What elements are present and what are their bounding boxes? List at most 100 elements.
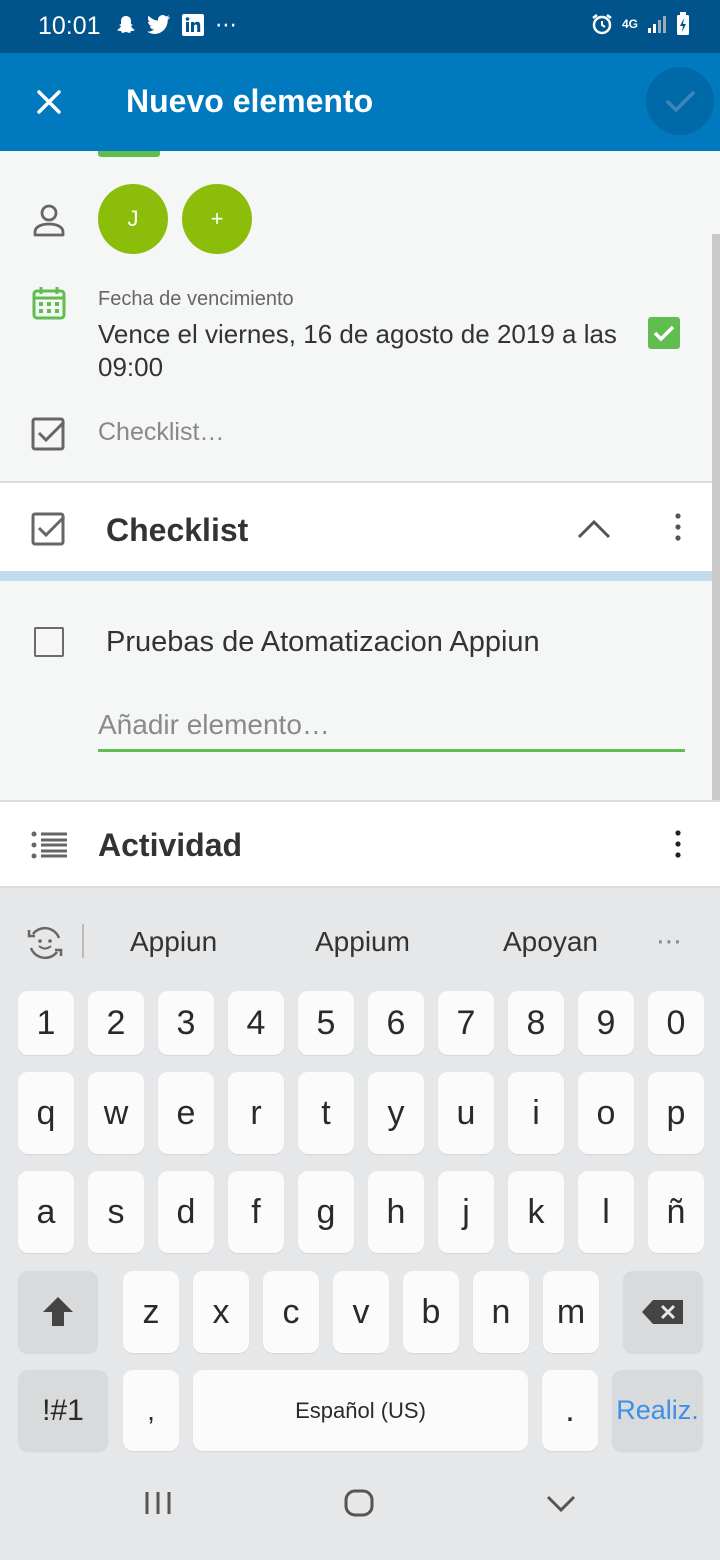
key-d[interactable]: d xyxy=(158,1171,214,1253)
activity-header: Actividad xyxy=(0,802,720,886)
comma-key[interactable]: , xyxy=(123,1370,179,1451)
key-e[interactable]: e xyxy=(158,1072,214,1154)
scrollbar[interactable] xyxy=(712,234,720,800)
add-item-input[interactable] xyxy=(98,700,685,752)
suggestion-bar: Appiun Appium Apoyan ⋯ xyxy=(0,888,720,988)
period-key[interactable]: . xyxy=(542,1370,598,1451)
add-checklist-prompt[interactable]: Checklist… xyxy=(98,418,224,447)
key-ñ[interactable]: ñ xyxy=(648,1171,704,1253)
status-time: 10:01 xyxy=(38,12,101,40)
members-icon xyxy=(33,204,65,237)
recent-apps-icon[interactable] xyxy=(143,1490,173,1516)
shift-key[interactable] xyxy=(18,1271,98,1353)
key-9[interactable]: 9 xyxy=(578,991,634,1055)
key-r[interactable]: r xyxy=(228,1072,284,1154)
key-a[interactable]: a xyxy=(18,1171,74,1253)
checklist-item-text[interactable]: Pruebas de Atomatizacion Appiun xyxy=(106,626,540,659)
key-6[interactable]: 6 xyxy=(368,991,424,1055)
activity-title: Actividad xyxy=(98,827,243,863)
check-icon xyxy=(653,325,675,342)
checklist-icon xyxy=(31,417,66,451)
key-8[interactable]: 8 xyxy=(508,991,564,1055)
key-4[interactable]: 4 xyxy=(228,991,284,1055)
keyboard: Appiun Appium Apoyan ⋯ 1234567890 qwertyu… xyxy=(0,888,720,1560)
battery-charging-icon xyxy=(677,12,689,35)
check-icon xyxy=(666,91,695,113)
calendar-icon xyxy=(32,287,66,320)
shift-icon xyxy=(43,1297,73,1326)
emoji-sync-icon[interactable] xyxy=(25,924,65,962)
activity-list-icon xyxy=(31,831,67,859)
hide-keyboard-icon[interactable] xyxy=(545,1492,577,1514)
alarm-icon xyxy=(592,14,612,35)
key-c[interactable]: c xyxy=(263,1271,319,1353)
symbols-key[interactable]: !#1 xyxy=(18,1370,108,1451)
key-h[interactable]: h xyxy=(368,1171,424,1253)
more-vert-icon[interactable] xyxy=(668,828,688,860)
key-5[interactable]: 5 xyxy=(298,991,354,1055)
signal-icon xyxy=(648,16,666,33)
key-x[interactable]: x xyxy=(193,1271,249,1353)
snapchat-icon xyxy=(117,16,135,33)
key-q[interactable]: q xyxy=(18,1072,74,1154)
due-date-value[interactable]: Vence el viernes, 16 de agosto de 2019 a… xyxy=(98,318,618,384)
save-button[interactable] xyxy=(646,67,714,135)
network-type: 4G xyxy=(621,17,638,31)
key-t[interactable]: t xyxy=(298,1072,354,1154)
key-f[interactable]: f xyxy=(228,1171,284,1253)
status-system-icons: 4G xyxy=(590,12,690,36)
key-s[interactable]: s xyxy=(88,1171,144,1253)
key-m[interactable]: m xyxy=(543,1271,599,1353)
chevron-up-icon[interactable] xyxy=(575,513,613,543)
navigation-bar xyxy=(0,1460,720,1560)
key-j[interactable]: j xyxy=(438,1171,494,1253)
key-w[interactable]: w xyxy=(88,1072,144,1154)
suggestion-1[interactable]: Appiun xyxy=(130,926,217,958)
key-k[interactable]: k xyxy=(508,1171,564,1253)
key-n[interactable]: n xyxy=(473,1271,529,1353)
more-vert-icon[interactable] xyxy=(668,511,688,543)
status-bar: 10:01 ⋯ 4G xyxy=(0,0,720,53)
key-u[interactable]: u xyxy=(438,1072,494,1154)
add-member-button[interactable]: + xyxy=(182,184,252,254)
key-3[interactable]: 3 xyxy=(158,991,214,1055)
key-p[interactable]: p xyxy=(648,1072,704,1154)
more-notifications-icon: ⋯ xyxy=(215,12,239,37)
checklist-progress-bar xyxy=(0,571,720,581)
due-date-complete-checkbox[interactable] xyxy=(648,317,680,349)
checklist-title: Checklist xyxy=(106,512,249,548)
key-l[interactable]: l xyxy=(578,1171,634,1253)
key-v[interactable]: v xyxy=(333,1271,389,1353)
key-1[interactable]: 1 xyxy=(18,991,74,1055)
suggestion-3[interactable]: Apoyan xyxy=(503,926,598,958)
checklist-icon xyxy=(31,512,66,546)
key-o[interactable]: o xyxy=(578,1072,634,1154)
twitter-icon xyxy=(147,15,170,35)
checklist-header: Checklist xyxy=(0,483,720,571)
key-2[interactable]: 2 xyxy=(88,991,144,1055)
label-chip-edge xyxy=(98,151,160,157)
due-date-label: Fecha de vencimiento xyxy=(98,288,294,310)
key-z[interactable]: z xyxy=(123,1271,179,1353)
key-i[interactable]: i xyxy=(508,1072,564,1154)
linkedin-icon xyxy=(182,14,204,36)
page-title: Nuevo elemento xyxy=(126,83,374,119)
avatar[interactable]: J xyxy=(98,184,168,254)
key-7[interactable]: 7 xyxy=(438,991,494,1055)
close-icon[interactable] xyxy=(30,83,68,121)
done-key[interactable]: Realiz. xyxy=(612,1370,703,1451)
backspace-key[interactable] xyxy=(623,1271,703,1353)
key-b[interactable]: b xyxy=(403,1271,459,1353)
key-y[interactable]: y xyxy=(368,1072,424,1154)
key-g[interactable]: g xyxy=(298,1171,354,1253)
home-icon[interactable] xyxy=(343,1488,375,1518)
key-0[interactable]: 0 xyxy=(648,991,704,1055)
suggestion-divider xyxy=(82,924,84,958)
backspace-icon xyxy=(642,1300,683,1324)
status-notification-icons: ⋯ xyxy=(115,12,239,38)
more-suggestions-icon[interactable]: ⋯ xyxy=(656,926,683,957)
checklist-item-checkbox[interactable] xyxy=(34,627,64,657)
space-key[interactable]: Español (US) xyxy=(193,1370,528,1451)
app-bar: Nuevo elemento xyxy=(0,53,720,151)
suggestion-2[interactable]: Appium xyxy=(315,926,410,958)
